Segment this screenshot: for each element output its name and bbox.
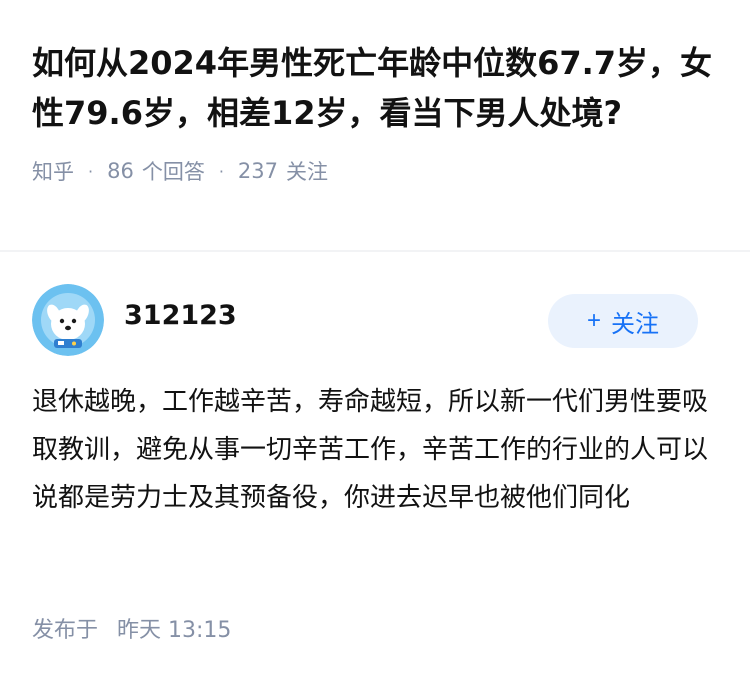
answer-content[interactable]: 退休越晚，工作越辛苦，寿命越短，所以新一代们男性要吸取教训，避免从事一切辛苦工作…	[0, 372, 750, 522]
question-header: 如何从2024年男性死亡年龄中位数67.7岁，女性79.6岁，相差12岁，看当下…	[0, 0, 750, 186]
question-meta: 知乎 · 86 个回答 · 237 关注	[32, 156, 720, 186]
source-label[interactable]: 知乎	[32, 156, 74, 186]
answers-count: 86	[107, 159, 134, 183]
published-prefix: 发布于	[32, 618, 99, 643]
avatar[interactable]	[32, 284, 104, 356]
published-time: 昨天 13:15	[117, 618, 232, 643]
followers-count: 237	[237, 159, 279, 183]
dog-astronaut-icon	[32, 284, 104, 356]
meta-separator: ·	[88, 161, 94, 181]
follow-button-label: 关注	[611, 310, 659, 338]
meta-separator: ·	[218, 161, 224, 181]
author-row: 312123 + 关注	[0, 252, 750, 372]
followers-label: 关注	[286, 160, 329, 184]
answer-card: 312123 + 关注 退休越晚，工作越辛苦，寿命越短，所以新一代们男性要吸取教…	[0, 252, 750, 522]
follow-button[interactable]: + 关注	[548, 294, 698, 348]
answers-label: 个回答	[141, 160, 205, 184]
author-name[interactable]: 312123	[124, 300, 237, 331]
answer-footer: 发布于 昨天 13:15	[32, 612, 231, 644]
question-title[interactable]: 如何从2024年男性死亡年龄中位数67.7岁，女性79.6岁，相差12岁，看当下…	[32, 38, 720, 138]
plus-icon: +	[586, 307, 601, 334]
